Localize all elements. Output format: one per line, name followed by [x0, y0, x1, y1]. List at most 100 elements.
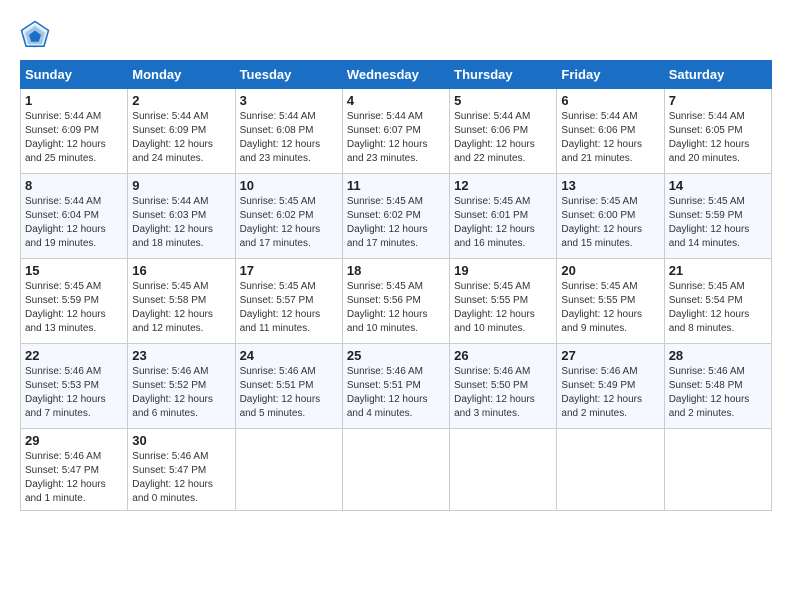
day-number: 16: [132, 263, 230, 278]
calendar-cell: 16 Sunrise: 5:45 AM Sunset: 5:58 PM Dayl…: [128, 259, 235, 344]
calendar-cell: 21 Sunrise: 5:45 AM Sunset: 5:54 PM Dayl…: [664, 259, 771, 344]
calendar-cell: 18 Sunrise: 5:45 AM Sunset: 5:56 PM Dayl…: [342, 259, 449, 344]
calendar-table: SundayMondayTuesdayWednesdayThursdayFrid…: [20, 60, 772, 511]
calendar-cell: 14 Sunrise: 5:45 AM Sunset: 5:59 PM Dayl…: [664, 174, 771, 259]
day-info: Sunrise: 5:45 AM Sunset: 6:02 PM Dayligh…: [347, 196, 428, 249]
day-info: Sunrise: 5:46 AM Sunset: 5:51 PM Dayligh…: [347, 366, 428, 419]
day-info: Sunrise: 5:45 AM Sunset: 5:58 PM Dayligh…: [132, 281, 213, 334]
calendar-cell: 4 Sunrise: 5:44 AM Sunset: 6:07 PM Dayli…: [342, 89, 449, 174]
calendar-header-friday: Friday: [557, 61, 664, 89]
calendar-cell: [664, 429, 771, 511]
day-info: Sunrise: 5:45 AM Sunset: 5:59 PM Dayligh…: [669, 196, 750, 249]
day-number: 19: [454, 263, 552, 278]
day-info: Sunrise: 5:45 AM Sunset: 5:59 PM Dayligh…: [25, 281, 106, 334]
calendar-cell: 10 Sunrise: 5:45 AM Sunset: 6:02 PM Dayl…: [235, 174, 342, 259]
calendar-cell: 9 Sunrise: 5:44 AM Sunset: 6:03 PM Dayli…: [128, 174, 235, 259]
logo: [20, 20, 54, 50]
calendar-cell: 3 Sunrise: 5:44 AM Sunset: 6:08 PM Dayli…: [235, 89, 342, 174]
day-info: Sunrise: 5:44 AM Sunset: 6:08 PM Dayligh…: [240, 111, 321, 164]
calendar-cell: 13 Sunrise: 5:45 AM Sunset: 6:00 PM Dayl…: [557, 174, 664, 259]
calendar-week-row: 15 Sunrise: 5:45 AM Sunset: 5:59 PM Dayl…: [21, 259, 772, 344]
day-number: 6: [561, 93, 659, 108]
day-number: 18: [347, 263, 445, 278]
day-number: 30: [132, 433, 230, 448]
calendar-cell: [557, 429, 664, 511]
calendar-cell: 27 Sunrise: 5:46 AM Sunset: 5:49 PM Dayl…: [557, 344, 664, 429]
calendar-cell: [450, 429, 557, 511]
day-number: 24: [240, 348, 338, 363]
day-number: 22: [25, 348, 123, 363]
day-info: Sunrise: 5:44 AM Sunset: 6:07 PM Dayligh…: [347, 111, 428, 164]
day-number: 21: [669, 263, 767, 278]
calendar-cell: 28 Sunrise: 5:46 AM Sunset: 5:48 PM Dayl…: [664, 344, 771, 429]
day-number: 9: [132, 178, 230, 193]
calendar-cell: 8 Sunrise: 5:44 AM Sunset: 6:04 PM Dayli…: [21, 174, 128, 259]
day-info: Sunrise: 5:45 AM Sunset: 6:02 PM Dayligh…: [240, 196, 321, 249]
day-number: 3: [240, 93, 338, 108]
calendar-header-monday: Monday: [128, 61, 235, 89]
day-info: Sunrise: 5:45 AM Sunset: 5:55 PM Dayligh…: [454, 281, 535, 334]
calendar-week-row: 8 Sunrise: 5:44 AM Sunset: 6:04 PM Dayli…: [21, 174, 772, 259]
day-number: 5: [454, 93, 552, 108]
day-info: Sunrise: 5:46 AM Sunset: 5:47 PM Dayligh…: [132, 451, 213, 504]
calendar-header-wednesday: Wednesday: [342, 61, 449, 89]
calendar-cell: 29 Sunrise: 5:46 AM Sunset: 5:47 PM Dayl…: [21, 429, 128, 511]
calendar-cell: 25 Sunrise: 5:46 AM Sunset: 5:51 PM Dayl…: [342, 344, 449, 429]
day-number: 12: [454, 178, 552, 193]
calendar-cell: 19 Sunrise: 5:45 AM Sunset: 5:55 PM Dayl…: [450, 259, 557, 344]
day-number: 15: [25, 263, 123, 278]
day-info: Sunrise: 5:45 AM Sunset: 5:55 PM Dayligh…: [561, 281, 642, 334]
calendar-cell: 1 Sunrise: 5:44 AM Sunset: 6:09 PM Dayli…: [21, 89, 128, 174]
page-header: [20, 20, 772, 50]
calendar-week-row: 1 Sunrise: 5:44 AM Sunset: 6:09 PM Dayli…: [21, 89, 772, 174]
day-info: Sunrise: 5:44 AM Sunset: 6:05 PM Dayligh…: [669, 111, 750, 164]
day-number: 17: [240, 263, 338, 278]
day-info: Sunrise: 5:46 AM Sunset: 5:49 PM Dayligh…: [561, 366, 642, 419]
calendar-cell: 22 Sunrise: 5:46 AM Sunset: 5:53 PM Dayl…: [21, 344, 128, 429]
day-number: 7: [669, 93, 767, 108]
calendar-cell: 24 Sunrise: 5:46 AM Sunset: 5:51 PM Dayl…: [235, 344, 342, 429]
calendar-week-row: 29 Sunrise: 5:46 AM Sunset: 5:47 PM Dayl…: [21, 429, 772, 511]
calendar-header-sunday: Sunday: [21, 61, 128, 89]
calendar-cell: 15 Sunrise: 5:45 AM Sunset: 5:59 PM Dayl…: [21, 259, 128, 344]
day-info: Sunrise: 5:44 AM Sunset: 6:04 PM Dayligh…: [25, 196, 106, 249]
day-number: 4: [347, 93, 445, 108]
day-info: Sunrise: 5:46 AM Sunset: 5:50 PM Dayligh…: [454, 366, 535, 419]
day-info: Sunrise: 5:45 AM Sunset: 6:00 PM Dayligh…: [561, 196, 642, 249]
day-info: Sunrise: 5:45 AM Sunset: 5:54 PM Dayligh…: [669, 281, 750, 334]
calendar-cell: 20 Sunrise: 5:45 AM Sunset: 5:55 PM Dayl…: [557, 259, 664, 344]
calendar-cell: 7 Sunrise: 5:44 AM Sunset: 6:05 PM Dayli…: [664, 89, 771, 174]
day-info: Sunrise: 5:44 AM Sunset: 6:06 PM Dayligh…: [561, 111, 642, 164]
day-info: Sunrise: 5:46 AM Sunset: 5:51 PM Dayligh…: [240, 366, 321, 419]
calendar-week-row: 22 Sunrise: 5:46 AM Sunset: 5:53 PM Dayl…: [21, 344, 772, 429]
calendar-cell: [342, 429, 449, 511]
day-number: 8: [25, 178, 123, 193]
calendar-cell: 23 Sunrise: 5:46 AM Sunset: 5:52 PM Dayl…: [128, 344, 235, 429]
day-number: 20: [561, 263, 659, 278]
day-info: Sunrise: 5:46 AM Sunset: 5:52 PM Dayligh…: [132, 366, 213, 419]
day-info: Sunrise: 5:46 AM Sunset: 5:48 PM Dayligh…: [669, 366, 750, 419]
calendar-cell: 17 Sunrise: 5:45 AM Sunset: 5:57 PM Dayl…: [235, 259, 342, 344]
calendar-cell: 5 Sunrise: 5:44 AM Sunset: 6:06 PM Dayli…: [450, 89, 557, 174]
calendar-cell: 6 Sunrise: 5:44 AM Sunset: 6:06 PM Dayli…: [557, 89, 664, 174]
day-info: Sunrise: 5:44 AM Sunset: 6:06 PM Dayligh…: [454, 111, 535, 164]
day-number: 25: [347, 348, 445, 363]
calendar-header-saturday: Saturday: [664, 61, 771, 89]
calendar-cell: 30 Sunrise: 5:46 AM Sunset: 5:47 PM Dayl…: [128, 429, 235, 511]
day-info: Sunrise: 5:45 AM Sunset: 5:56 PM Dayligh…: [347, 281, 428, 334]
day-info: Sunrise: 5:45 AM Sunset: 6:01 PM Dayligh…: [454, 196, 535, 249]
day-info: Sunrise: 5:44 AM Sunset: 6:09 PM Dayligh…: [25, 111, 106, 164]
day-number: 2: [132, 93, 230, 108]
day-number: 23: [132, 348, 230, 363]
day-number: 28: [669, 348, 767, 363]
day-number: 26: [454, 348, 552, 363]
day-info: Sunrise: 5:44 AM Sunset: 6:03 PM Dayligh…: [132, 196, 213, 249]
logo-icon: [20, 20, 50, 50]
day-info: Sunrise: 5:44 AM Sunset: 6:09 PM Dayligh…: [132, 111, 213, 164]
day-number: 11: [347, 178, 445, 193]
calendar-cell: 26 Sunrise: 5:46 AM Sunset: 5:50 PM Dayl…: [450, 344, 557, 429]
day-info: Sunrise: 5:45 AM Sunset: 5:57 PM Dayligh…: [240, 281, 321, 334]
calendar-cell: 11 Sunrise: 5:45 AM Sunset: 6:02 PM Dayl…: [342, 174, 449, 259]
calendar-cell: 2 Sunrise: 5:44 AM Sunset: 6:09 PM Dayli…: [128, 89, 235, 174]
day-number: 29: [25, 433, 123, 448]
